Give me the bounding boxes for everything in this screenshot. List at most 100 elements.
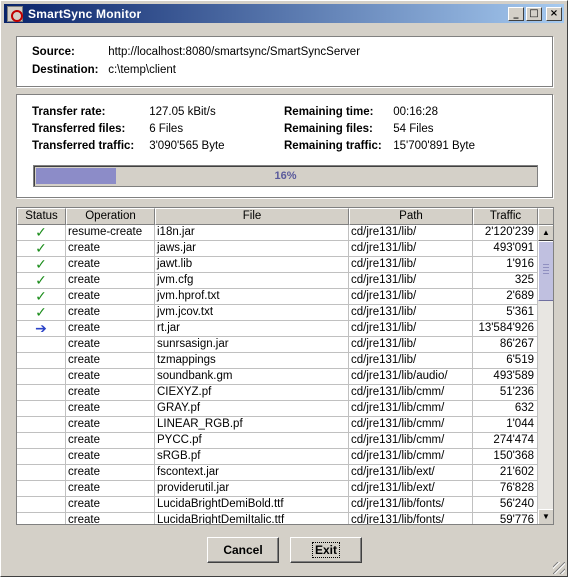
- remaining-files-value: 54 Files: [393, 123, 434, 135]
- transferred-traffic-row: Transferred traffic: 3'090'565 Byte: [32, 140, 225, 152]
- column-header-operation[interactable]: Operation: [66, 208, 155, 225]
- status-cell: [17, 353, 66, 369]
- status-cell: [17, 433, 66, 449]
- table-row[interactable]: create soundbank.gm cd/jre131/lib/audio/49…: [17, 369, 538, 385]
- file-cell: sunrsasign.jar: [155, 337, 349, 353]
- table-row[interactable]: create sunrsasign.jar cd/jre131/lib/86'267: [17, 337, 538, 353]
- operation-cell: create: [66, 369, 155, 385]
- file-cell: GRAY.pf: [155, 401, 349, 417]
- file-cell: LucidaBrightDemiBold.ttf: [155, 497, 349, 513]
- path-cell: cd/jre131/lib/: [349, 273, 473, 289]
- table-row[interactable]: create CIEXYZ.pf cd/jre131/lib/cmm/51'236: [17, 385, 538, 401]
- operation-cell: create: [66, 433, 155, 449]
- status-cell: [17, 417, 66, 433]
- path-cell: cd/jre131/lib/ext/: [349, 465, 473, 481]
- transfer-rate-label: Transfer rate:: [32, 106, 106, 118]
- operation-cell: create: [66, 353, 155, 369]
- table-row[interactable]: create providerutil.jar cd/jre131/lib/ext/…: [17, 481, 538, 497]
- operation-cell: create: [66, 273, 155, 289]
- scroll-thumb[interactable]: [538, 241, 553, 301]
- exit-button[interactable]: Exit: [290, 537, 362, 563]
- table-row[interactable]: ✓ resume-create i18n.jar cd/jre131/lib/2'12…: [17, 225, 538, 241]
- table-row[interactable]: ✓ create jaws.jar cd/jre131/lib/493'091: [17, 241, 538, 257]
- traffic-cell: 59'776: [473, 513, 538, 524]
- traffic-cell: 13'584'926: [473, 321, 538, 337]
- vertical-scrollbar[interactable]: ▲ ▼: [538, 225, 553, 524]
- table-header: Status Operation File Path Traffic: [17, 208, 538, 225]
- path-cell: cd/jre131/lib/: [349, 289, 473, 305]
- operation-cell: resume-create: [66, 225, 155, 241]
- smartsync-monitor-window: SmartSync Monitor _ □ × Source: http://l…: [0, 0, 568, 577]
- cancel-button[interactable]: Cancel: [207, 537, 279, 563]
- traffic-cell: 632: [473, 401, 538, 417]
- progress-label: 16%: [274, 170, 297, 182]
- remaining-traffic-label: Remaining traffic:: [284, 140, 382, 152]
- file-cell: jaws.jar: [155, 241, 349, 257]
- checkmark-icon: ✓: [17, 225, 66, 241]
- resize-grip[interactable]: [553, 562, 565, 574]
- status-cell: [17, 369, 66, 385]
- maximize-button[interactable]: □: [526, 6, 542, 21]
- operation-cell: create: [66, 465, 155, 481]
- operation-cell: create: [66, 305, 155, 321]
- column-header-status[interactable]: Status: [17, 208, 66, 225]
- table-row[interactable]: create tzmappings cd/jre131/lib/6'519: [17, 353, 538, 369]
- path-cell: cd/jre131/lib/: [349, 225, 473, 241]
- table-header-corner: [538, 208, 553, 225]
- operation-cell: create: [66, 321, 155, 337]
- transferred-traffic-value: 3'090'565 Byte: [149, 140, 225, 152]
- table-row[interactable]: create LINEAR_RGB.pf cd/jre131/lib/cmm/1'0…: [17, 417, 538, 433]
- progress-bar: 16%: [33, 165, 538, 187]
- file-cell: jvm.hprof.txt: [155, 289, 349, 305]
- table-row[interactable]: create sRGB.pf cd/jre131/lib/cmm/150'368: [17, 449, 538, 465]
- status-cell: [17, 497, 66, 513]
- path-cell: cd/jre131/lib/: [349, 353, 473, 369]
- table-row[interactable]: ➔ create rt.jar cd/jre131/lib/13'584'926: [17, 321, 538, 337]
- traffic-cell: 325: [473, 273, 538, 289]
- checkmark-icon: ✓: [17, 241, 66, 257]
- title-bar[interactable]: SmartSync Monitor _ □ ×: [4, 4, 564, 23]
- path-cell: cd/jre131/lib/audio/: [349, 369, 473, 385]
- destination-value: c:\temp\client: [108, 64, 176, 76]
- path-cell: cd/jre131/lib/cmm/: [349, 449, 473, 465]
- table-row[interactable]: ✓ create jvm.hprof.txt cd/jre131/lib/2'689: [17, 289, 538, 305]
- traffic-cell: 1'044: [473, 417, 538, 433]
- source-label: Source:: [32, 46, 75, 58]
- file-cell: i18n.jar: [155, 225, 349, 241]
- file-cell: rt.jar: [155, 321, 349, 337]
- transfer-rate-value: 127.05 kBit/s: [149, 106, 216, 118]
- checkmark-icon: ✓: [17, 273, 66, 289]
- table-row[interactable]: create LucidaBrightDemiBold.ttf cd/jre131/…: [17, 497, 538, 513]
- column-header-file[interactable]: File: [155, 208, 349, 225]
- table-row[interactable]: ✓ create jvm.cfg cd/jre131/lib/325: [17, 273, 538, 289]
- column-header-traffic[interactable]: Traffic: [473, 208, 538, 225]
- file-cell: jawt.lib: [155, 257, 349, 273]
- file-cell: jvm.jcov.txt: [155, 305, 349, 321]
- table-row[interactable]: ✓ create jawt.lib cd/jre131/lib/1'916: [17, 257, 538, 273]
- table-row[interactable]: create LucidaBrightDemiItalic.ttf cd/jre13…: [17, 513, 538, 524]
- table-row[interactable]: create PYCC.pf cd/jre131/lib/cmm/274'474: [17, 433, 538, 449]
- table-row[interactable]: create GRAY.pf cd/jre131/lib/cmm/632: [17, 401, 538, 417]
- destination-label: Destination:: [32, 64, 99, 76]
- file-cell: jvm.cfg: [155, 273, 349, 289]
- operation-cell: create: [66, 401, 155, 417]
- table-row[interactable]: create fscontext.jar cd/jre131/lib/ext/21'…: [17, 465, 538, 481]
- transfer-table: Status Operation File Path Traffic ✓ resume-c…: [16, 207, 554, 525]
- traffic-cell: 1'916: [473, 257, 538, 273]
- path-cell: cd/jre131/lib/: [349, 305, 473, 321]
- minimize-button[interactable]: _: [508, 6, 524, 21]
- column-header-path[interactable]: Path: [349, 208, 473, 225]
- transferred-traffic-label: Transferred traffic:: [32, 140, 135, 152]
- stats-panel: Transfer rate: 127.05 kBit/s Transferred…: [16, 94, 553, 198]
- file-cell: tzmappings: [155, 353, 349, 369]
- table-row[interactable]: ✓ create jvm.jcov.txt cd/jre131/lib/5'361: [17, 305, 538, 321]
- operation-cell: create: [66, 337, 155, 353]
- scroll-down-button[interactable]: ▼: [538, 509, 553, 524]
- traffic-cell: 21'602: [473, 465, 538, 481]
- path-cell: cd/jre131/lib/: [349, 337, 473, 353]
- close-button[interactable]: ×: [546, 6, 562, 21]
- path-cell: cd/jre131/lib/: [349, 241, 473, 257]
- transferred-files-label: Transferred files:: [32, 123, 126, 135]
- scroll-up-button[interactable]: ▲: [538, 225, 553, 241]
- path-cell: cd/jre131/lib/fonts/: [349, 513, 473, 524]
